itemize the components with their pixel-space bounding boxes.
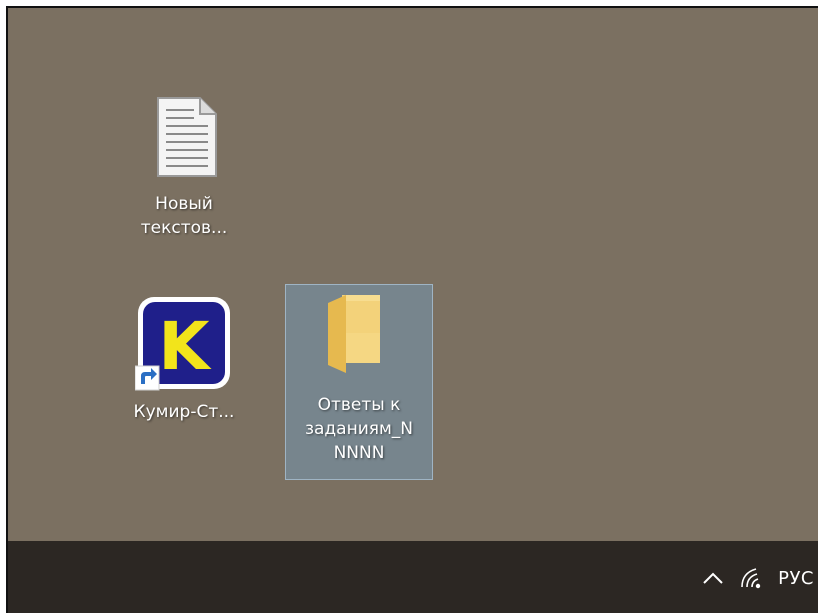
wifi-icon-graphic	[741, 568, 761, 589]
system-tray: РУС	[702, 541, 818, 613]
text-document-icon	[157, 97, 217, 177]
desktop-icon-text-document[interactable]: Новый текстов...	[109, 88, 259, 268]
folder-icon	[328, 295, 380, 373]
kumir-app-icon: K	[135, 297, 230, 391]
icon-label: Кумир-Ст...	[133, 402, 235, 422]
shortcut-arrow-background	[135, 365, 160, 391]
wifi-icon[interactable]	[738, 567, 764, 589]
chevron-up-icon-graphic	[703, 572, 723, 584]
language-indicator[interactable]: РУС	[778, 568, 814, 589]
desktop[interactable]: Новый текстов... K Кумир-Ст... Ответы к …	[8, 8, 818, 541]
taskbar: РУС	[8, 541, 818, 613]
desktop-icon-answers-folder[interactable]: Ответы к заданиям_N NNNN	[285, 284, 433, 480]
desktop-icon-kumir-shortcut[interactable]: K Кумир-Ст...	[109, 288, 259, 438]
chevron-up-icon[interactable]	[702, 571, 724, 585]
icon-label: Ответы к заданиям_N NNNN	[304, 395, 414, 463]
icon-label: Новый текстов...	[140, 194, 228, 238]
screen-frame: Новый текстов... K Кумир-Ст... Ответы к …	[6, 6, 818, 613]
kumir-glyph: K	[158, 308, 212, 385]
